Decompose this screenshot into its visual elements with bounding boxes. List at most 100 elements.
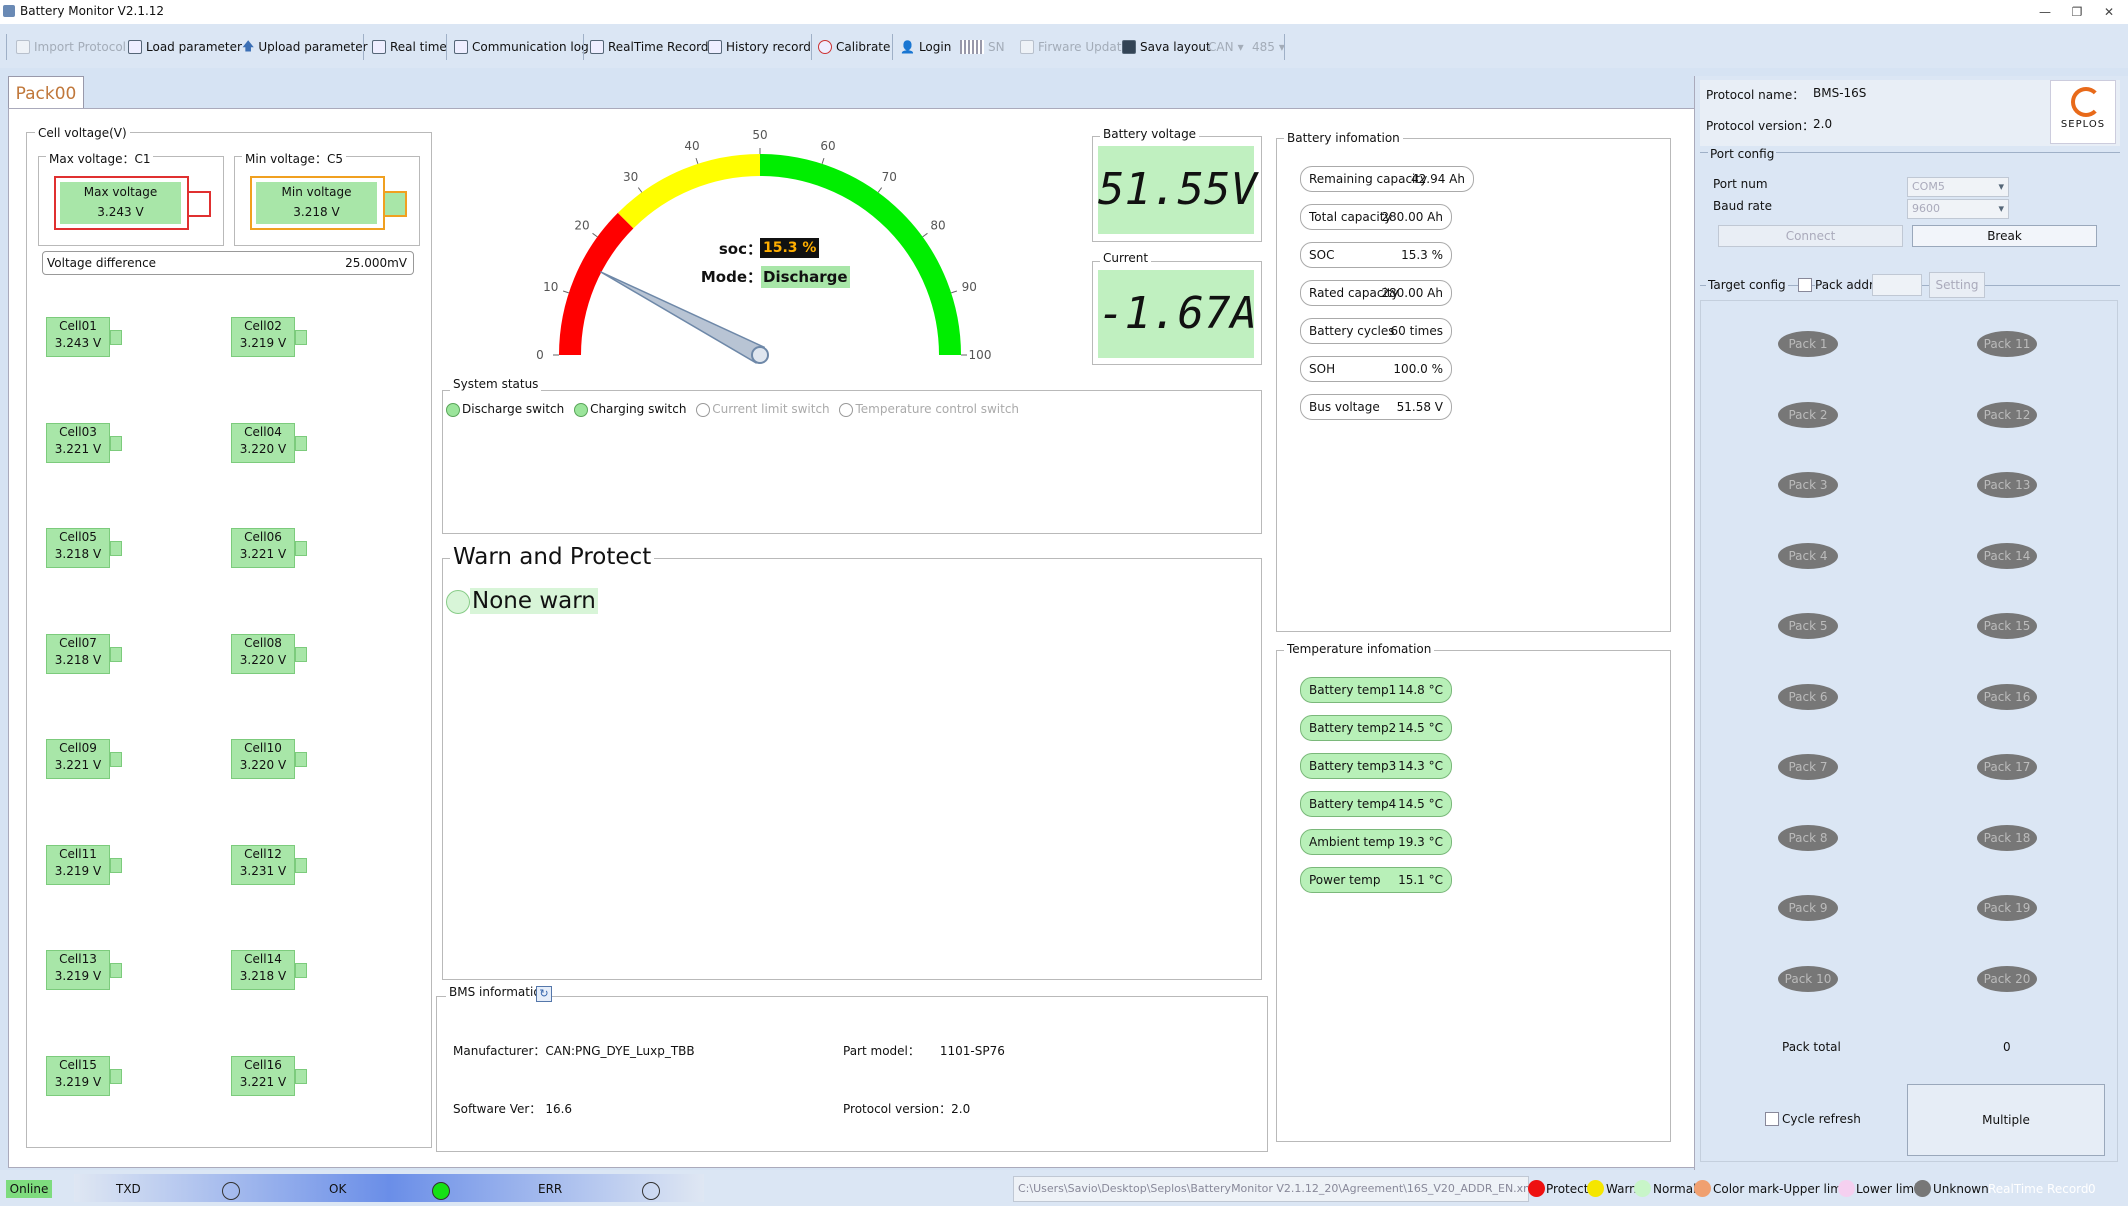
checkbox-icon bbox=[372, 40, 386, 54]
cell-value: 3.219 V bbox=[54, 1074, 102, 1089]
toolbar-separator bbox=[583, 34, 584, 60]
setting-button[interactable]: Setting bbox=[1929, 272, 1985, 298]
pack-button[interactable]: Pack 14 bbox=[1977, 542, 2037, 569]
unknown-legend-icon bbox=[1914, 1180, 1931, 1197]
txd-label: TXD bbox=[116, 1182, 141, 1196]
err-led-icon bbox=[642, 1182, 660, 1200]
temperature-item: Battery temp1 14.8 °C bbox=[1300, 677, 1452, 703]
save-layout-button[interactable]: Sava layout bbox=[1122, 38, 1211, 56]
cell-name: Cell16 bbox=[244, 1057, 282, 1072]
err-label: ERR bbox=[538, 1182, 563, 1196]
pack-addr-checkbox[interactable] bbox=[1798, 278, 1812, 292]
battery-info-item: Remaining capacity 42.94 Ah bbox=[1300, 166, 1474, 192]
battery-info-label: SOC bbox=[1309, 248, 1335, 262]
mode-label: Mode： bbox=[700, 268, 762, 286]
login-button[interactable]: 👤 Login bbox=[900, 38, 951, 56]
pack-button[interactable]: Pack 5 bbox=[1778, 613, 1838, 639]
cell-value: 3.220 V bbox=[239, 758, 287, 772]
pack-button[interactable]: Pack 20 bbox=[1977, 965, 2037, 992]
system-status-row: Discharge switch Charging switch Current… bbox=[446, 402, 1019, 417]
upload-parameter-button[interactable]: 🡅 Upload parameter bbox=[242, 38, 368, 56]
cell-indicator: Cell16 3.221 V bbox=[231, 1055, 307, 1096]
pack-button[interactable]: Pack 18 bbox=[1977, 824, 2037, 851]
pack-button[interactable]: Pack 11 bbox=[1977, 331, 2037, 357]
load-parameter-button[interactable]: Load parameter bbox=[128, 38, 242, 56]
cycle-refresh-checkbox[interactable] bbox=[1765, 1112, 1779, 1126]
baud-rate-select[interactable]: 9600 ▾ bbox=[1907, 199, 2009, 219]
pack-button[interactable]: Pack 3 bbox=[1778, 472, 1838, 498]
cell-value: 3.220 V bbox=[239, 441, 287, 456]
sn-button[interactable]: SN bbox=[960, 38, 1005, 56]
window-title: Battery Monitor V2.1.12 bbox=[20, 4, 165, 18]
pack-button[interactable]: Pack 13 bbox=[1977, 472, 2037, 498]
part-model-value: 1101-SP76 bbox=[939, 1044, 1005, 1058]
pack-button[interactable]: Pack 19 bbox=[1977, 895, 2037, 921]
cell-body: Cell04 3.220 V bbox=[231, 422, 295, 463]
status-on-icon bbox=[446, 402, 460, 417]
gauge-tick-label: 60 bbox=[820, 139, 835, 153]
tab-pack00[interactable]: Pack00 bbox=[8, 76, 84, 111]
pack-button[interactable]: Pack 16 bbox=[1977, 683, 2037, 710]
pack-button[interactable]: Pack 17 bbox=[1977, 754, 2037, 780]
pack-button[interactable]: Pack 6 bbox=[1778, 683, 1838, 710]
cell-name: Cell13 bbox=[59, 952, 97, 966]
break-button[interactable]: Break bbox=[1912, 225, 2097, 247]
pack-button[interactable]: Pack 9 bbox=[1778, 895, 1838, 921]
firmware-update-button[interactable]: Firware Update bbox=[1020, 38, 1129, 56]
cell-body: Cell05 3.218 V bbox=[46, 528, 110, 568]
pack-button[interactable]: Pack 4 bbox=[1778, 542, 1838, 569]
cell-voltage-title: Cell voltage(V) bbox=[35, 126, 130, 140]
cell-body: Cell12 3.231 V bbox=[231, 844, 295, 885]
rs485-dropdown[interactable]: 485 ▾ bbox=[1252, 38, 1285, 56]
gauge-red-arc bbox=[559, 212, 634, 356]
minimize-button[interactable]: — bbox=[2030, 2, 2060, 22]
close-button[interactable]: ✕ bbox=[2094, 2, 2124, 22]
pack-button[interactable]: Pack 10 bbox=[1778, 965, 1838, 992]
temperature-label: Battery temp4 bbox=[1309, 797, 1397, 811]
communication-log-button[interactable]: Communication log bbox=[454, 38, 589, 56]
status-off-icon bbox=[696, 402, 711, 417]
cell-body: Cell13 3.219 V bbox=[46, 950, 110, 990]
temperature-item: Ambient temp 19.3 °C bbox=[1300, 829, 1452, 855]
pack-button[interactable]: Pack 8 bbox=[1778, 824, 1838, 851]
realtime-record-button[interactable]: RealTime Record bbox=[590, 38, 709, 56]
battery-info-label: SOH bbox=[1309, 362, 1336, 376]
cell-body: Cell07 3.218 V bbox=[46, 633, 110, 674]
cell-indicator: Cell14 3.218 V bbox=[231, 950, 307, 990]
cell-terminal bbox=[295, 963, 307, 978]
calibrate-button[interactable]: Calibrate bbox=[818, 38, 890, 56]
pack-addr-input[interactable] bbox=[1872, 274, 1922, 296]
manufacturer-value: CAN:PNG_DYE_Luxp_TBB bbox=[545, 1044, 695, 1058]
cell-name: Cell02 bbox=[244, 319, 282, 333]
connect-button[interactable]: Connect bbox=[1718, 225, 1903, 247]
cell-terminal bbox=[110, 857, 122, 873]
min-voltage-title: Min voltage：C5 bbox=[242, 150, 346, 167]
gauge-tick bbox=[695, 157, 699, 164]
temperature-control-switch: Temperature control switch bbox=[839, 402, 1019, 417]
pack-button[interactable]: Pack 2 bbox=[1778, 401, 1838, 428]
temperature-value: 14.3 °C bbox=[1398, 759, 1443, 773]
import-protocol-button[interactable]: Import Protocol bbox=[16, 38, 126, 56]
can-dropdown[interactable]: CAN ▾ bbox=[1208, 38, 1244, 56]
multiple-button[interactable]: Multiple bbox=[1907, 1084, 2105, 1156]
title-bar: Battery Monitor V2.1.12 — ❐ ✕ bbox=[0, 0, 2128, 25]
battery-info-label: Bus voltage bbox=[1309, 400, 1380, 414]
pack-button[interactable]: Pack 12 bbox=[1977, 401, 2037, 428]
port-num-select[interactable]: COM5 ▾ bbox=[1907, 177, 2009, 197]
cell-value: 3.221 V bbox=[54, 441, 102, 456]
max-voltage-title: Max voltage：C1 bbox=[46, 150, 154, 167]
history-record-button[interactable]: History record bbox=[708, 38, 811, 56]
real-time-button[interactable]: Real time bbox=[372, 38, 447, 56]
voltage-difference-value: 25.000mV bbox=[345, 256, 407, 270]
cell-value: 3.218 V bbox=[54, 652, 102, 667]
maximize-button[interactable]: ❐ bbox=[2062, 2, 2092, 22]
record-count: 0 bbox=[2088, 1182, 2096, 1196]
pack-button[interactable]: Pack 15 bbox=[1977, 613, 2037, 639]
temperature-value: 14.5 °C bbox=[1398, 721, 1443, 735]
refresh-icon[interactable]: ↻ bbox=[536, 986, 552, 1002]
temperature-item: Battery temp4 14.5 °C bbox=[1300, 791, 1452, 817]
pack-button[interactable]: Pack 1 bbox=[1778, 331, 1838, 357]
temperature-item: Power temp 15.1 °C bbox=[1300, 867, 1452, 893]
pack-button[interactable]: Pack 7 bbox=[1778, 754, 1838, 780]
cell-terminal bbox=[110, 330, 122, 345]
